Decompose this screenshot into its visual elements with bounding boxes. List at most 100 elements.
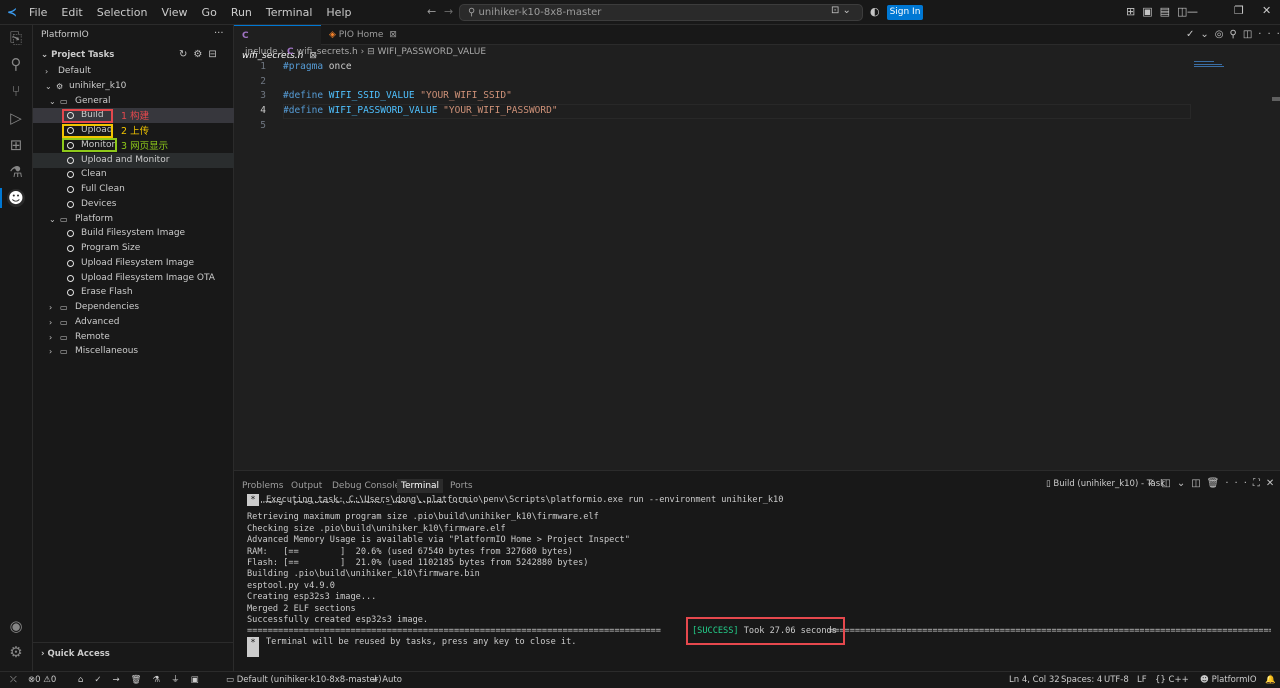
search-icon[interactable]: ⚲ — [7, 55, 25, 73]
home-icon[interactable]: ⌂ — [78, 675, 94, 685]
task-item-program-size[interactable]: Program Size — [33, 241, 234, 256]
panel-tab-output[interactable]: Output — [291, 479, 322, 493]
collapse-all-icon[interactable]: ⊟ — [208, 49, 222, 60]
task-item-build-filesystem-image[interactable]: Build Filesystem Image — [33, 226, 234, 241]
globe-icon[interactable]: ◎ — [1215, 29, 1230, 40]
breadcrumb-file[interactable]: wifi_secrets.h — [297, 47, 358, 57]
platformio-status[interactable]: ☻ PlatformIO — [1200, 674, 1257, 686]
chevron-down-icon[interactable]: ⌄ — [1200, 29, 1214, 40]
menu-help[interactable]: Help — [326, 6, 351, 19]
refresh-icon[interactable]: ↻ — [179, 49, 193, 60]
toggle-sidebar-icon[interactable]: ▣ — [1142, 5, 1159, 18]
cursor-position[interactable]: Ln 4, Col 32 — [1009, 674, 1060, 686]
task-item-dependencies[interactable]: › ▭ Dependencies — [33, 300, 234, 315]
menu-go[interactable]: Go — [202, 6, 217, 19]
manage-gear-icon[interactable]: ⚙ — [7, 643, 25, 661]
build-check-icon[interactable]: ✓ — [94, 675, 112, 685]
project-tasks-header[interactable]: ⌄ Project Tasks — [41, 50, 114, 60]
code-line[interactable]: #define WIFI_SSID_VALUE "YOUR_WIFI_SSID" — [283, 89, 512, 103]
panel-tab-problems[interactable]: Problems — [242, 479, 283, 493]
split-terminal-icon[interactable]: ◫⌄ — [1161, 478, 1191, 489]
task-item-general[interactable]: ⌄ ▭ General — [33, 94, 234, 109]
testing-flask-icon[interactable]: ⚗ — [7, 163, 25, 181]
menu-selection[interactable]: Selection — [97, 6, 148, 19]
project-env-switcher[interactable]: ▭ Default (unihiker-k10-8x8-master) — [226, 674, 382, 686]
more-icon[interactable]: ··· — [1258, 29, 1280, 40]
serial-monitor-plug-icon[interactable]: ⏚ — [171, 675, 191, 685]
command-center-search[interactable]: ⚲ unihiker-k10-8x8-master — [459, 4, 863, 21]
menu-file[interactable]: File — [29, 6, 47, 19]
upload-arrow-icon[interactable]: → — [113, 675, 131, 685]
restore-icon[interactable]: ❐ — [1234, 4, 1244, 17]
panel-tab-debug-console[interactable]: Debug Console — [332, 479, 400, 493]
split-editor-icon[interactable]: ◫ — [1243, 29, 1258, 40]
tab-pio-home[interactable]: ◈ PIO Home ⊠ — [321, 25, 401, 45]
platformio-alien-icon[interactable]: ☻ — [7, 189, 25, 207]
task-item-clean[interactable]: Clean — [33, 167, 234, 182]
remote-icon[interactable]: ⤫ — [10, 674, 17, 686]
menu-view[interactable]: View — [161, 6, 187, 19]
toggle-panel-icon[interactable]: ▤ — [1160, 5, 1177, 18]
breadcrumb-symbol[interactable]: WIFI_PASSWORD_VALUE — [377, 47, 486, 57]
accounts-icon[interactable]: ◉ — [7, 617, 25, 635]
task-item-full-clean[interactable]: Full Clean — [33, 182, 234, 197]
menu-edit[interactable]: Edit — [61, 6, 82, 19]
menu-terminal[interactable]: Terminal — [266, 6, 313, 19]
quick-access-header[interactable]: › Quick Access — [33, 642, 234, 664]
notifications-bell-icon[interactable]: 🔔 — [1265, 674, 1276, 686]
layout-toggles[interactable]: ⊞▣▤◫ — [1126, 5, 1194, 18]
task-item-erase-flash[interactable]: Erase Flash — [33, 285, 234, 300]
language-mode[interactable]: {} C++ — [1155, 674, 1189, 686]
panel-tab-ports[interactable]: Ports — [450, 479, 473, 493]
explorer-icon[interactable]: ⎘ — [7, 29, 25, 47]
terminal-line: Building .pio\build\unihiker_k10\firmwar… — [247, 569, 480, 580]
back-arrow-icon[interactable]: ← — [427, 5, 436, 18]
breadcrumb-folder[interactable]: include — [245, 47, 278, 57]
customize-layout-icon[interactable]: ⊞ — [1126, 5, 1142, 18]
pin-icon[interactable]: ⚲ — [1230, 29, 1243, 40]
problems-indicator[interactable]: ⊗0 ⚠0 — [28, 674, 56, 686]
tab-wifi-secrets[interactable]: C wifi_secrets.h ⊠ — [234, 25, 321, 61]
test-flask-icon[interactable]: ⚗ — [152, 675, 171, 685]
panel-tab-terminal[interactable]: Terminal — [397, 479, 444, 493]
auto-port[interactable]: ⏚ Auto — [371, 674, 402, 686]
settings-icon[interactable]: ⚙ — [193, 49, 208, 60]
task-item-miscellaneous[interactable]: › ▭ Miscellaneous — [33, 344, 234, 359]
check-icon[interactable]: ✓ — [1147, 478, 1161, 489]
task-item-unihiker-k10[interactable]: ⌄ ⚙ unihiker_k10 — [33, 79, 234, 94]
extensions-icon[interactable]: ⊞ — [7, 136, 25, 154]
maximize-icon[interactable]: ⛶ — [1253, 478, 1266, 489]
terminal-icon[interactable]: ▣ — [191, 675, 210, 685]
task-item-upload-and-monitor[interactable]: Upload and Monitor — [33, 152, 234, 168]
task-item-platform[interactable]: ⌄ ▭ Platform — [33, 212, 234, 227]
forward-arrow-icon[interactable]: → — [444, 5, 453, 18]
close-panel-icon[interactable]: ✕ — [1266, 478, 1280, 489]
more-icon[interactable]: ··· — [1225, 478, 1253, 489]
close-tab-icon[interactable]: ⊠ — [389, 30, 397, 40]
check-icon[interactable]: ✓ — [1186, 29, 1200, 40]
task-item-upload-filesystem-image[interactable]: Upload Filesystem Image — [33, 256, 234, 271]
minimap[interactable] — [1194, 60, 1226, 68]
task-item-default[interactable]: › Default — [33, 64, 234, 79]
minimize-icon[interactable]: — — [1187, 5, 1198, 18]
task-item-upload-filesystem-image-ota[interactable]: Upload Filesystem Image OTA — [33, 271, 234, 286]
more-actions-icon[interactable]: ··· — [214, 28, 224, 39]
account-globe-icon[interactable]: ◐ — [870, 5, 880, 18]
indentation[interactable]: Spaces: 4 — [1061, 674, 1102, 686]
encoding[interactable]: UTF-8 — [1104, 674, 1129, 686]
clean-trash-icon[interactable]: 🗑 — [131, 675, 153, 685]
menu-run[interactable]: Run — [231, 6, 252, 19]
kill-terminal-icon[interactable]: 🗑 — [1207, 478, 1226, 489]
source-control-icon[interactable]: ⑂ — [7, 82, 25, 100]
copilot-icon[interactable]: ⊡ ⌄ — [831, 5, 851, 16]
task-item-remote[interactable]: › ▭ Remote — [33, 330, 234, 345]
run-debug-icon[interactable]: ▷ — [7, 109, 25, 127]
eol[interactable]: LF — [1137, 674, 1147, 686]
chevron-right-icon: › — [49, 303, 53, 312]
sign-in-button[interactable]: Sign In — [887, 5, 923, 20]
code-line[interactable]: #pragma once — [283, 60, 352, 74]
task-item-devices[interactable]: Devices — [33, 197, 234, 212]
split-icon[interactable]: ◫ — [1191, 478, 1206, 489]
close-window-icon[interactable]: ✕ — [1262, 4, 1271, 17]
task-item-advanced[interactable]: › ▭ Advanced — [33, 315, 234, 330]
